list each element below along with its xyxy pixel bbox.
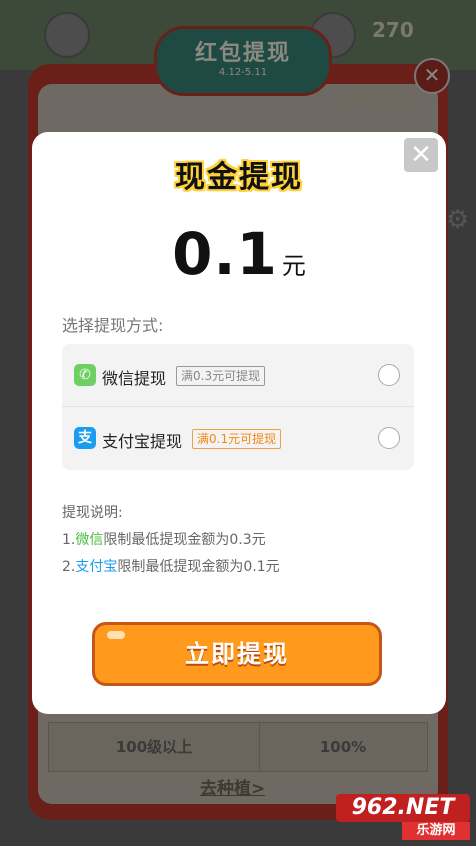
- watermark-top: 962.NET: [336, 794, 470, 822]
- dialog-title: 现金提现: [175, 160, 303, 195]
- table-cell-rate: 100%: [319, 738, 367, 756]
- wechat-icon: ✆: [74, 364, 96, 386]
- close-icon[interactable]: ✕: [404, 138, 438, 172]
- banner-dates: 4.12-5.11: [218, 67, 268, 78]
- withdraw-now-button[interactable]: 立即提现: [92, 622, 382, 686]
- coin-count: 270: [372, 18, 414, 42]
- note-highlight: 支付宝: [75, 559, 118, 575]
- withdraw-notes: 提现说明: 1.微信限制最低提现金额为0.3元 2.支付宝限制最低提现金额为0.…: [62, 500, 280, 581]
- table-cell-level: 100级以上: [49, 723, 260, 771]
- button-shine: [107, 631, 125, 639]
- amount-unit: 元: [281, 252, 306, 280]
- method-label: 选择提现方式:: [62, 316, 164, 335]
- banner-title: 红包提现: [194, 41, 291, 66]
- withdraw-dialog: 现金提现 ✕ 0.1 元 选择提现方式: ✆ 微信提现 满0.3元可提现 支 支付…: [32, 132, 446, 714]
- withdraw-record-link[interactable]: 提现记录>: [346, 88, 409, 107]
- method-radio[interactable]: [378, 364, 400, 386]
- note-item: 2.支付宝限制最低提现金额为0.1元: [62, 559, 280, 575]
- method-option-wechat[interactable]: ✆ 微信提现 满0.3元可提现: [62, 344, 414, 407]
- amount-value: 0.1: [172, 220, 278, 288]
- panel-close-icon[interactable]: ✕: [414, 58, 450, 94]
- alipay-icon: 支: [74, 427, 96, 449]
- method-option-alipay[interactable]: 支 支付宝提现 满0.1元可提现: [62, 407, 414, 469]
- panel-banner: 红包提现 4.12-5.11: [154, 26, 332, 96]
- avatar: [44, 12, 90, 58]
- notes-title: 提现说明:: [62, 505, 123, 521]
- watermark-logo: 962.NET 乐游网: [336, 794, 470, 842]
- method-threshold-badge: 满0.3元可提现: [176, 366, 266, 386]
- go-plant-link[interactable]: 去种植>: [200, 774, 265, 799]
- method-threshold-badge: 满0.1元可提现: [192, 429, 282, 449]
- method-radio[interactable]: [378, 427, 400, 449]
- note-item: 1.微信限制最低提现金额为0.3元: [62, 532, 266, 548]
- note-highlight: 微信: [75, 532, 104, 548]
- amount-display: 0.1 元: [32, 220, 446, 288]
- method-list: ✆ 微信提现 满0.3元可提现 支 支付宝提现 满0.1元可提现: [62, 344, 414, 470]
- watermark-bottom: 乐游网: [402, 822, 470, 840]
- table-row: 100级以上 100%: [48, 722, 428, 772]
- method-name: 微信提现: [102, 369, 167, 388]
- gear-icon: ⚙: [446, 205, 470, 235]
- method-name: 支付宝提现: [102, 432, 183, 451]
- withdraw-now-label: 立即提现: [185, 640, 289, 668]
